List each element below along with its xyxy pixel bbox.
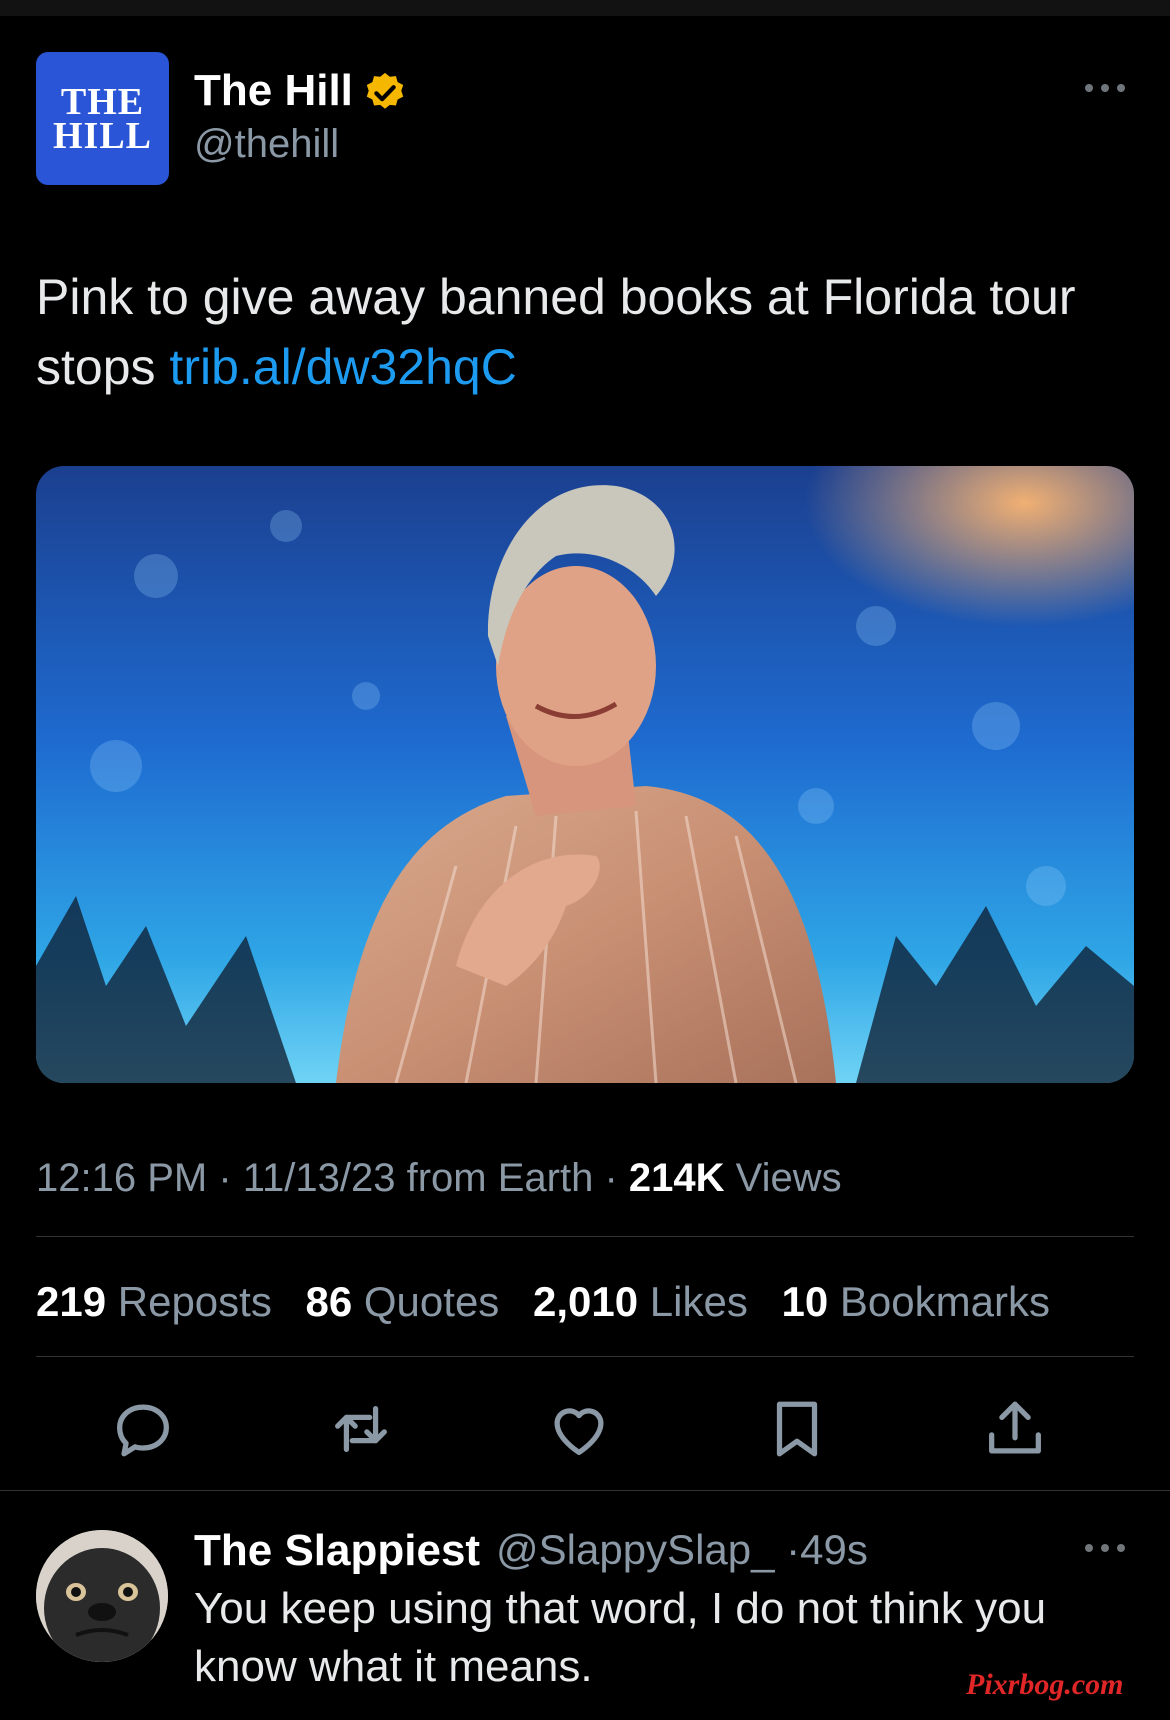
tweet-link[interactable]: trib.al/dw32hqC <box>169 339 516 395</box>
logo-line-2: HILL <box>52 114 153 157</box>
tweet-time: 12:16 PM <box>36 1156 208 1200</box>
repost-button[interactable] <box>326 1394 396 1464</box>
stat-quotes[interactable]: 86 Quotes <box>306 1278 500 1326</box>
verified-badge-icon <box>366 72 404 109</box>
tweet-photo[interactable] <box>36 466 1134 1083</box>
bookmark-icon <box>776 1401 818 1457</box>
reply-avatar[interactable] <box>36 1530 168 1662</box>
reply-author-name[interactable]: The Slappiest <box>194 1526 480 1576</box>
tweet-source: from Earth <box>406 1156 594 1200</box>
author-avatar[interactable]: THE HILL <box>36 52 169 185</box>
logo-line-1: THE <box>60 80 145 123</box>
reply-button[interactable] <box>108 1394 178 1464</box>
stat-reposts[interactable]: 219 Reposts <box>36 1278 272 1326</box>
reply-time: 49s <box>800 1526 868 1573</box>
stat-bookmarks[interactable]: 10 Bookmarks <box>782 1278 1050 1326</box>
author-name[interactable]: The Hill <box>194 66 353 116</box>
like-icon <box>554 1408 604 1455</box>
views-label: Views <box>735 1156 842 1200</box>
share-icon <box>989 1401 1041 1454</box>
more-options-icon[interactable] <box>1082 78 1128 98</box>
like-button[interactable] <box>544 1394 614 1464</box>
divider <box>36 1356 1134 1357</box>
author-handle[interactable]: @thehill <box>194 122 339 167</box>
pug-photo <box>36 1530 168 1662</box>
watermark: Pixrbog.com <box>966 1668 1124 1701</box>
views-count: 214K <box>628 1156 725 1200</box>
status-bar <box>0 0 1170 16</box>
tweet-text: Pink to give away banned books at Florid… <box>36 262 1136 402</box>
reply-handle-line[interactable]: @SlappySlap_ ·49s <box>496 1526 868 1574</box>
tweet-date: 11/13/23 <box>242 1156 396 1200</box>
photo-of-performer <box>36 466 1134 1083</box>
action-bar <box>0 1394 1170 1464</box>
divider <box>0 1490 1170 1491</box>
reply-icon <box>117 1404 169 1457</box>
stat-likes[interactable]: 2,010 Likes <box>533 1278 748 1326</box>
reply-handle: @SlappySlap_ <box>496 1526 775 1573</box>
divider <box>36 1236 1134 1237</box>
bookmark-button[interactable] <box>762 1394 832 1464</box>
reply-more-icon[interactable] <box>1082 1538 1128 1558</box>
repost-icon <box>335 1405 387 1453</box>
tweet-meta: 12:16 PM · 11/13/23 from Earth · 214K Vi… <box>36 1156 842 1200</box>
engagement-stats: 219 Reposts 86 Quotes 2,010 Likes 10 Boo… <box>36 1278 1072 1326</box>
share-button[interactable] <box>980 1394 1050 1464</box>
